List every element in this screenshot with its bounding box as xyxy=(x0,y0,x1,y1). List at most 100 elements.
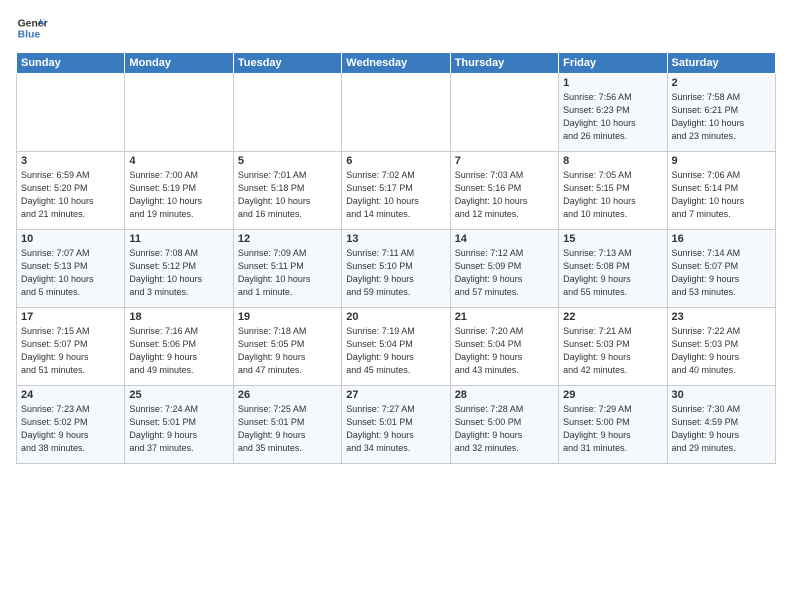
day-cell: 26Sunrise: 7:25 AM Sunset: 5:01 PM Dayli… xyxy=(233,386,341,464)
day-cell: 25Sunrise: 7:24 AM Sunset: 5:01 PM Dayli… xyxy=(125,386,233,464)
day-cell: 1 Sunrise: 7:56 AM Sunset: 6:23 PM Daylig… xyxy=(559,74,667,152)
day-number: 19 xyxy=(238,311,337,323)
day-number: 27 xyxy=(346,389,445,401)
day-cell: 27Sunrise: 7:27 AM Sunset: 5:01 PM Dayli… xyxy=(342,386,450,464)
day-number: 2 xyxy=(672,77,771,89)
day-cell: 16Sunrise: 7:14 AM Sunset: 5:07 PM Dayli… xyxy=(667,230,775,308)
svg-text:Blue: Blue xyxy=(18,30,41,41)
day-content: Sunrise: 7:07 AM Sunset: 5:13 PM Dayligh… xyxy=(21,247,120,299)
day-cell xyxy=(125,74,233,152)
day-number: 28 xyxy=(455,389,554,401)
day-number: 17 xyxy=(21,311,120,323)
day-content: Sunrise: 7:12 AM Sunset: 5:09 PM Dayligh… xyxy=(455,247,554,299)
day-number: 23 xyxy=(672,311,771,323)
logo-icon: General Blue xyxy=(16,12,48,44)
day-content: Sunrise: 7:23 AM Sunset: 5:02 PM Dayligh… xyxy=(21,403,120,455)
day-cell: 13 Sunrise: 7:11 AM Sunset: 5:10 PM Dayli… xyxy=(342,230,450,308)
day-number: 22 xyxy=(563,311,662,323)
day-content: Sunrise: 6:59 AM Sunset: 5:20 PM Dayligh… xyxy=(21,169,120,221)
day-content: Sunrise: 7:22 AM Sunset: 5:03 PM Dayligh… xyxy=(672,325,771,377)
day-cell: 3 Sunrise: 6:59 AM Sunset: 5:20 PM Daylig… xyxy=(17,152,125,230)
day-content: Sunrise: 7:11 AM Sunset: 5:10 PM Dayligh… xyxy=(346,247,445,299)
day-number: 4 xyxy=(129,155,228,167)
day-number: 12 xyxy=(238,233,337,245)
day-content: Sunrise: 7:01 AM Sunset: 5:18 PM Dayligh… xyxy=(238,169,337,221)
day-content: Sunrise: 7:25 AM Sunset: 5:01 PM Dayligh… xyxy=(238,403,337,455)
day-number: 18 xyxy=(129,311,228,323)
day-cell: 17 Sunrise: 7:15 AM Sunset: 5:07 PM Dayli… xyxy=(17,308,125,386)
logo: General Blue xyxy=(16,12,52,44)
day-content: Sunrise: 7:00 AM Sunset: 5:19 PM Dayligh… xyxy=(129,169,228,221)
day-cell xyxy=(17,74,125,152)
day-cell: 2 Sunrise: 7:58 AM Sunset: 6:21 PM Daylig… xyxy=(667,74,775,152)
week-row-4: 24 Sunrise: 7:23 AM Sunset: 5:02 PM Dayli… xyxy=(17,386,776,464)
day-number: 5 xyxy=(238,155,337,167)
day-cell: 9Sunrise: 7:06 AM Sunset: 5:14 PM Daylig… xyxy=(667,152,775,230)
day-cell xyxy=(342,74,450,152)
day-content: Sunrise: 7:56 AM Sunset: 6:23 PM Dayligh… xyxy=(563,91,662,143)
day-cell: 7Sunrise: 7:03 AM Sunset: 5:16 PM Daylig… xyxy=(450,152,558,230)
day-content: Sunrise: 7:13 AM Sunset: 5:08 PM Dayligh… xyxy=(563,247,662,299)
day-cell: 22 Sunrise: 7:21 AM Sunset: 5:03 PM Dayli… xyxy=(559,308,667,386)
day-content: Sunrise: 7:29 AM Sunset: 5:00 PM Dayligh… xyxy=(563,403,662,455)
day-content: Sunrise: 7:58 AM Sunset: 6:21 PM Dayligh… xyxy=(672,91,771,143)
col-header-wednesday: Wednesday xyxy=(342,53,450,74)
day-cell: 19 Sunrise: 7:18 AM Sunset: 5:05 PM Dayli… xyxy=(233,308,341,386)
day-content: Sunrise: 7:16 AM Sunset: 5:06 PM Dayligh… xyxy=(129,325,228,377)
header: General Blue xyxy=(16,12,776,44)
col-header-friday: Friday xyxy=(559,53,667,74)
day-number: 24 xyxy=(21,389,120,401)
day-cell xyxy=(233,74,341,152)
day-content: Sunrise: 7:19 AM Sunset: 5:04 PM Dayligh… xyxy=(346,325,445,377)
day-content: Sunrise: 7:05 AM Sunset: 5:15 PM Dayligh… xyxy=(563,169,662,221)
week-row-0: 1 Sunrise: 7:56 AM Sunset: 6:23 PM Daylig… xyxy=(17,74,776,152)
day-number: 1 xyxy=(563,77,662,89)
day-cell: 11 Sunrise: 7:08 AM Sunset: 5:12 PM Dayli… xyxy=(125,230,233,308)
day-cell: 5 Sunrise: 7:01 AM Sunset: 5:18 PM Daylig… xyxy=(233,152,341,230)
header-row: SundayMondayTuesdayWednesdayThursdayFrid… xyxy=(17,53,776,74)
day-cell: 4 Sunrise: 7:00 AM Sunset: 5:19 PM Daylig… xyxy=(125,152,233,230)
page: General Blue SundayMondayTuesdayWednesda… xyxy=(0,0,792,612)
col-header-sunday: Sunday xyxy=(17,53,125,74)
day-number: 13 xyxy=(346,233,445,245)
day-cell: 6Sunrise: 7:02 AM Sunset: 5:17 PM Daylig… xyxy=(342,152,450,230)
day-content: Sunrise: 7:15 AM Sunset: 5:07 PM Dayligh… xyxy=(21,325,120,377)
day-cell: 20 Sunrise: 7:19 AM Sunset: 5:04 PM Dayli… xyxy=(342,308,450,386)
day-cell: 24 Sunrise: 7:23 AM Sunset: 5:02 PM Dayli… xyxy=(17,386,125,464)
day-cell xyxy=(450,74,558,152)
week-row-2: 10 Sunrise: 7:07 AM Sunset: 5:13 PM Dayli… xyxy=(17,230,776,308)
day-number: 14 xyxy=(455,233,554,245)
week-row-1: 3 Sunrise: 6:59 AM Sunset: 5:20 PM Daylig… xyxy=(17,152,776,230)
day-number: 7 xyxy=(455,155,554,167)
day-content: Sunrise: 7:20 AM Sunset: 5:04 PM Dayligh… xyxy=(455,325,554,377)
col-header-saturday: Saturday xyxy=(667,53,775,74)
day-number: 16 xyxy=(672,233,771,245)
day-number: 3 xyxy=(21,155,120,167)
day-cell: 21 Sunrise: 7:20 AM Sunset: 5:04 PM Dayli… xyxy=(450,308,558,386)
day-cell: 23 Sunrise: 7:22 AM Sunset: 5:03 PM Dayli… xyxy=(667,308,775,386)
day-cell: 14 Sunrise: 7:12 AM Sunset: 5:09 PM Dayli… xyxy=(450,230,558,308)
day-cell: 12 Sunrise: 7:09 AM Sunset: 5:11 PM Dayli… xyxy=(233,230,341,308)
day-content: Sunrise: 7:24 AM Sunset: 5:01 PM Dayligh… xyxy=(129,403,228,455)
day-content: Sunrise: 7:18 AM Sunset: 5:05 PM Dayligh… xyxy=(238,325,337,377)
week-row-3: 17 Sunrise: 7:15 AM Sunset: 5:07 PM Dayli… xyxy=(17,308,776,386)
day-number: 20 xyxy=(346,311,445,323)
day-number: 9 xyxy=(672,155,771,167)
day-cell: 28Sunrise: 7:28 AM Sunset: 5:00 PM Dayli… xyxy=(450,386,558,464)
day-number: 11 xyxy=(129,233,228,245)
day-cell: 18 Sunrise: 7:16 AM Sunset: 5:06 PM Dayli… xyxy=(125,308,233,386)
day-number: 10 xyxy=(21,233,120,245)
day-content: Sunrise: 7:21 AM Sunset: 5:03 PM Dayligh… xyxy=(563,325,662,377)
col-header-thursday: Thursday xyxy=(450,53,558,74)
day-cell: 29 Sunrise: 7:29 AM Sunset: 5:00 PM Dayli… xyxy=(559,386,667,464)
day-number: 21 xyxy=(455,311,554,323)
day-cell: 30Sunrise: 7:30 AM Sunset: 4:59 PM Dayli… xyxy=(667,386,775,464)
col-header-tuesday: Tuesday xyxy=(233,53,341,74)
day-number: 8 xyxy=(563,155,662,167)
day-cell: 10 Sunrise: 7:07 AM Sunset: 5:13 PM Dayli… xyxy=(17,230,125,308)
day-content: Sunrise: 7:09 AM Sunset: 5:11 PM Dayligh… xyxy=(238,247,337,299)
day-number: 15 xyxy=(563,233,662,245)
day-number: 29 xyxy=(563,389,662,401)
day-number: 6 xyxy=(346,155,445,167)
day-content: Sunrise: 7:08 AM Sunset: 5:12 PM Dayligh… xyxy=(129,247,228,299)
